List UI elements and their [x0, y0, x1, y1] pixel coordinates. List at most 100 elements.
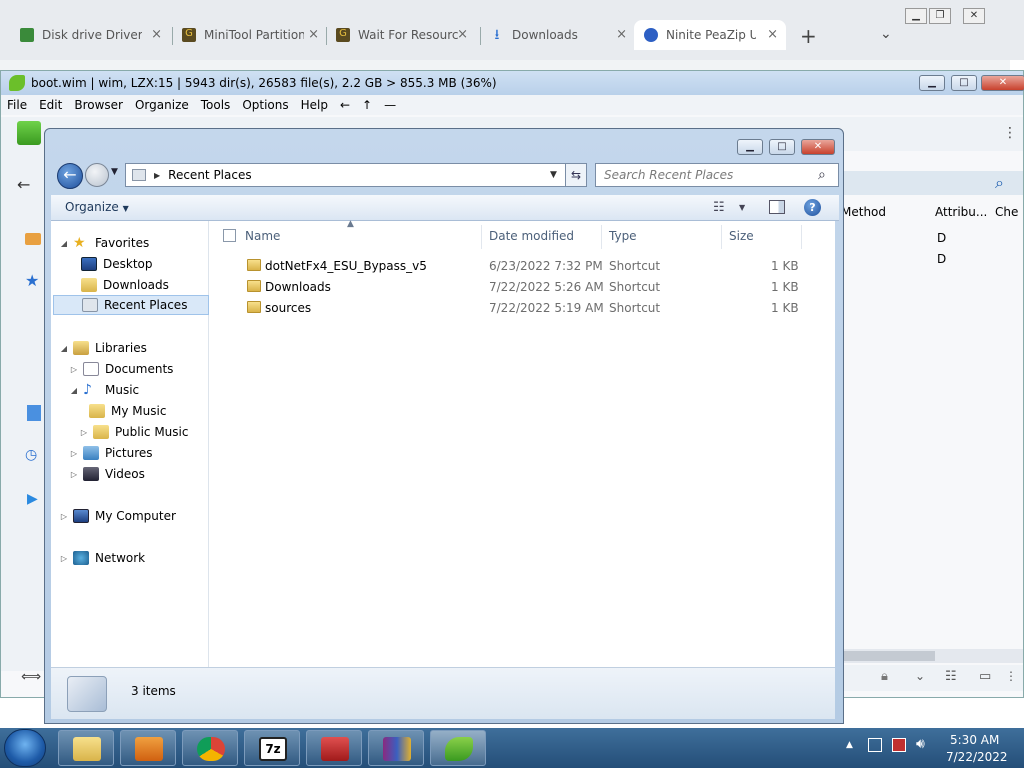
start-button[interactable] — [4, 729, 46, 767]
column-size[interactable]: Size — [729, 229, 754, 243]
file-row[interactable]: dotNetFx4_ESU_Bypass_v5 6/23/2022 7:32 P… — [211, 256, 811, 276]
menu-organize[interactable]: Organize — [135, 98, 189, 112]
menu-browser[interactable]: Browser — [74, 98, 123, 112]
up-arrow-button[interactable]: ↑ — [362, 98, 372, 112]
close-button[interactable]: ✕ — [981, 75, 1024, 91]
search-icon[interactable]: ⌕ — [995, 173, 1004, 193]
nav-public-music[interactable]: ▷ Public Music — [79, 422, 188, 442]
taskbar-toolbox[interactable] — [306, 730, 362, 766]
taskbar-winrar[interactable] — [368, 730, 424, 766]
tab-disk-drive[interactable]: Disk drive Driver × — [20, 20, 170, 50]
column-type[interactable]: Type — [609, 229, 637, 243]
list-view-icon[interactable]: ☷ — [945, 669, 957, 684]
scrollbar-thumb[interactable] — [841, 651, 935, 661]
address-bar[interactable]: ▶ Recent Places ▼ — [125, 163, 587, 187]
maximize-button[interactable]: □ — [951, 75, 977, 91]
menu-options[interactable]: Options — [242, 98, 288, 112]
taskbar-7zip[interactable]: 7z — [244, 730, 300, 766]
more-icon[interactable]: ⋮ — [1005, 669, 1017, 683]
taskbar-peazip[interactable] — [430, 730, 486, 766]
close-icon[interactable]: × — [616, 27, 627, 42]
close-button[interactable]: ✕ — [801, 139, 835, 155]
chevron-down-icon[interactable]: ⌄ — [915, 669, 925, 683]
resize-icon[interactable]: ⟺ — [21, 669, 41, 685]
nav-my-music[interactable]: My Music — [89, 401, 166, 421]
preview-pane-icon[interactable] — [769, 200, 785, 214]
network-tray-icon[interactable] — [868, 738, 882, 752]
taskbar-media-player[interactable] — [120, 730, 176, 766]
tab-ninite[interactable]: Ninite PeaZip Ur × — [634, 20, 786, 50]
column-attributes[interactable]: Attribu... — [935, 205, 987, 219]
nav-desktop[interactable]: Desktop — [81, 254, 153, 274]
file-row[interactable]: sources 7/22/2022 5:19 AM Shortcut 1 KB — [211, 298, 811, 318]
nav-favorites[interactable]: ◢ ★ Favorites — [59, 233, 149, 253]
lock-icon[interactable]: 🔒︎ — [881, 669, 888, 684]
document-icon[interactable] — [27, 405, 41, 421]
action-center-icon[interactable] — [892, 738, 906, 752]
column-method[interactable]: Method — [841, 205, 886, 219]
close-icon[interactable]: × — [457, 27, 468, 42]
breadcrumb-chevron-icon[interactable]: ▶ — [154, 171, 160, 180]
back-icon[interactable]: ← — [17, 175, 30, 194]
view-dropdown-icon[interactable]: ▼ — [739, 203, 745, 212]
refresh-button[interactable]: ⇆ — [565, 163, 587, 187]
menu-tools[interactable]: Tools — [201, 98, 231, 112]
tab-wait-for-resource[interactable]: G Wait For Resourc × — [336, 20, 476, 50]
play-icon[interactable]: ▶ — [27, 491, 38, 507]
minimize-button[interactable]: ▁ — [905, 8, 927, 24]
add-icon[interactable] — [17, 121, 41, 145]
close-button[interactable]: ✕ — [963, 8, 985, 24]
clock-time[interactable]: 5:30 AM — [950, 733, 999, 747]
organize-button[interactable]: Organize ▼ — [65, 200, 129, 214]
column-date-modified[interactable]: Date modified — [489, 229, 574, 243]
tab-minitool[interactable]: G MiniTool Partition × — [182, 20, 327, 50]
help-icon[interactable]: ? — [804, 199, 821, 216]
column-checksum[interactable]: Che — [995, 205, 1018, 219]
menu-edit[interactable]: Edit — [39, 98, 62, 112]
minimize-button[interactable]: ▁ — [737, 139, 763, 155]
nav-pictures[interactable]: ▷ Pictures — [69, 443, 153, 463]
menu-file[interactable]: File — [7, 98, 27, 112]
taskbar-chrome[interactable] — [182, 730, 238, 766]
menu-help[interactable]: Help — [301, 98, 328, 112]
dash-button[interactable]: — — [384, 98, 396, 112]
volume-icon[interactable]: 🔊︎ — [916, 736, 925, 752]
nav-videos[interactable]: ▷ Videos — [69, 464, 145, 484]
show-hidden-icons-button[interactable]: ▲ — [846, 740, 853, 750]
taskbar-explorer[interactable] — [58, 730, 114, 766]
nav-documents[interactable]: ▷ Documents — [69, 359, 173, 379]
close-icon[interactable]: × — [767, 27, 778, 42]
select-all-checkbox[interactable] — [223, 229, 236, 242]
recent-pages-dropdown-icon[interactable]: ▼ — [111, 167, 118, 177]
close-icon[interactable]: × — [308, 27, 319, 42]
tab-list-button[interactable]: ⌄ — [880, 26, 892, 42]
nav-downloads[interactable]: Downloads — [81, 275, 169, 295]
nav-my-computer[interactable]: ▷ My Computer — [59, 506, 176, 526]
peazip-address-bar[interactable]: ⌕ — [841, 171, 1023, 195]
archive-icon[interactable] — [25, 233, 41, 245]
search-icon[interactable]: ⌕ — [818, 167, 826, 183]
nav-recent-places[interactable]: Recent Places — [53, 295, 209, 315]
tab-downloads[interactable]: ⭳ Downloads × — [490, 20, 635, 50]
new-tab-button[interactable]: + — [800, 24, 817, 48]
view-options-icon[interactable]: ☷ — [713, 200, 725, 215]
column-name[interactable]: Name — [245, 229, 280, 243]
address-dropdown-icon[interactable]: ▼ — [550, 170, 557, 180]
maximize-button[interactable]: ❐ — [929, 8, 951, 24]
back-button[interactable]: ← — [57, 163, 83, 189]
clock-date[interactable]: 7/22/2022 — [946, 750, 1008, 764]
horizontal-scrollbar[interactable] — [841, 649, 1023, 663]
breadcrumb-recent-places[interactable]: Recent Places — [168, 168, 251, 182]
nav-network[interactable]: ▷ Network — [59, 548, 145, 568]
forward-button[interactable] — [85, 163, 109, 187]
clock-icon[interactable]: ◷ — [25, 447, 37, 463]
more-options-icon[interactable]: ⋮ — [1003, 125, 1017, 141]
panel-icon[interactable]: ▭ — [979, 669, 991, 684]
back-arrow-button[interactable]: ← — [340, 98, 350, 112]
nav-music[interactable]: ◢ ♪ Music — [69, 380, 139, 400]
star-icon[interactable]: ★ — [25, 271, 39, 290]
nav-libraries[interactable]: ◢ Libraries — [59, 338, 147, 358]
file-row[interactable]: Downloads 7/22/2022 5:26 AM Shortcut 1 K… — [211, 277, 811, 297]
maximize-button[interactable]: □ — [769, 139, 795, 155]
search-input[interactable]: Search Recent Places ⌕ — [595, 163, 839, 187]
